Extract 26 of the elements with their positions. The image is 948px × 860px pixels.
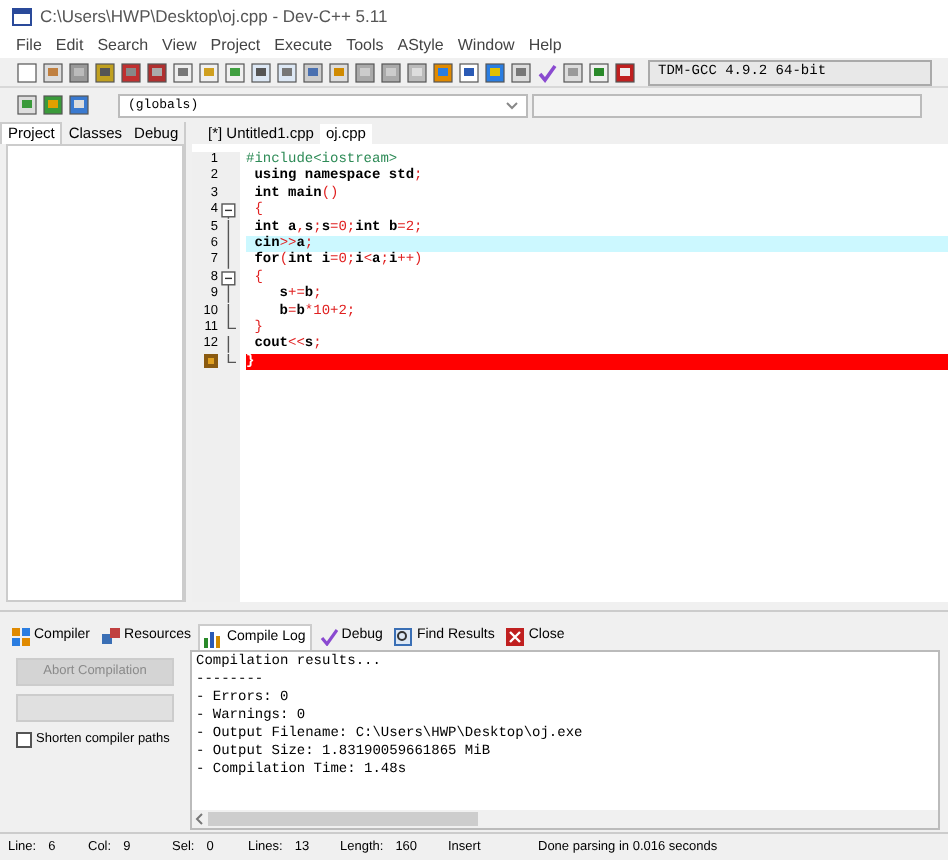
- checkbox[interactable]: [16, 731, 32, 748]
- menu-item[interactable]: File: [16, 34, 42, 58]
- scroll-left-icon[interactable]: [192, 812, 208, 826]
- bar-chart-icon: [204, 629, 223, 647]
- close-icon: [506, 628, 525, 646]
- check-icon[interactable]: [536, 61, 558, 83]
- menu-item[interactable]: Search: [97, 34, 149, 58]
- fold-box-icon[interactable]: [220, 269, 238, 287]
- menu-item[interactable]: Window: [457, 34, 515, 58]
- search-icon: [394, 628, 413, 646]
- menu-item[interactable]: Edit: [55, 34, 84, 58]
- menu-item[interactable]: View: [162, 34, 197, 58]
- menu-item[interactable]: Execute: [274, 34, 333, 58]
- cubes-icon: [102, 628, 121, 646]
- menu-item[interactable]: Help: [528, 34, 562, 58]
- grid-icon: [12, 628, 30, 646]
- app-icon: [12, 8, 32, 26]
- window-title: C:\Users\HWP\Desktop\oj.cpp - Dev-C++ 5.11: [40, 4, 388, 30]
- menu-item[interactable]: AStyle: [397, 34, 444, 58]
- chevron-down-icon: [506, 101, 518, 109]
- menu-item[interactable]: Tools: [346, 34, 384, 58]
- horizontal-scrollbar[interactable]: [192, 810, 938, 828]
- fold-box-icon[interactable]: [220, 202, 238, 220]
- error-marker-icon: [204, 354, 218, 369]
- menu-item[interactable]: Project: [210, 34, 261, 58]
- check-icon: [319, 628, 338, 646]
